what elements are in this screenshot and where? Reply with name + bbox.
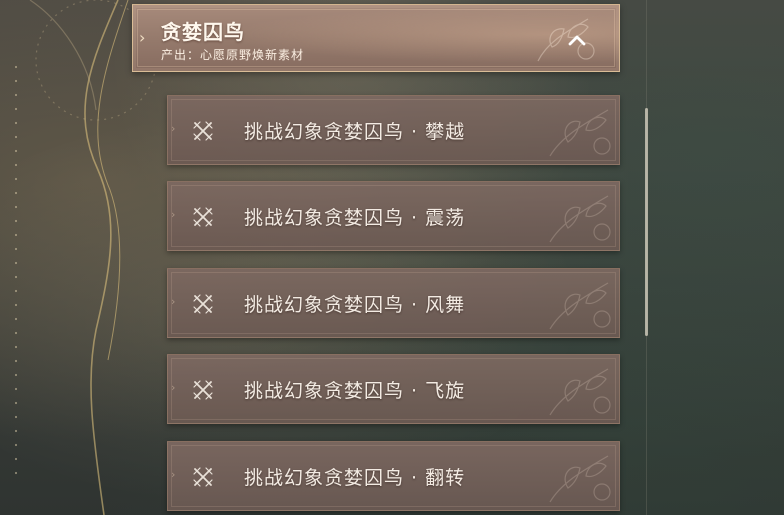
collapse-button[interactable] bbox=[562, 25, 592, 55]
background-ornament bbox=[29, 0, 157, 515]
category-header[interactable]: › 贪婪囚鸟 产出：心愿原野焕新素材 bbox=[132, 4, 620, 72]
crossed-swords-icon bbox=[193, 380, 213, 400]
crossed-swords-icon bbox=[193, 207, 213, 227]
chevron-right-icon: › bbox=[171, 122, 176, 135]
floral-ornament-icon bbox=[549, 455, 611, 503]
chevron-right-icon: › bbox=[171, 381, 176, 394]
chevron-right-icon: › bbox=[171, 208, 176, 221]
challenge-item-3[interactable]: › 挑战幻象贪婪囚鸟 · 风舞 bbox=[167, 268, 620, 338]
chevron-up-icon bbox=[568, 35, 586, 46]
floral-ornament-icon bbox=[549, 282, 611, 330]
floral-ornament-icon bbox=[549, 109, 611, 157]
challenge-item-4[interactable]: › 挑战幻象贪婪囚鸟 · 飞旋 bbox=[167, 354, 620, 424]
challenge-item-1[interactable]: › 挑战幻象贪婪囚鸟 · 攀越 bbox=[167, 95, 620, 165]
challenge-label: 挑战幻象贪婪囚鸟 · 震荡 bbox=[244, 207, 466, 229]
crossed-swords-icon bbox=[193, 294, 213, 314]
crossed-swords-icon bbox=[193, 121, 213, 141]
chevron-right-icon: › bbox=[139, 28, 146, 47]
category-title: 贪婪囚鸟 bbox=[161, 20, 245, 44]
floral-ornament-icon bbox=[549, 195, 611, 243]
challenge-label: 挑战幻象贪婪囚鸟 · 飞旋 bbox=[244, 380, 466, 402]
background-glow bbox=[0, 0, 784, 515]
crossed-swords-icon bbox=[193, 467, 213, 487]
challenge-label: 挑战幻象贪婪囚鸟 · 风舞 bbox=[244, 294, 466, 316]
category-subtitle: 产出：心愿原野焕新素材 bbox=[161, 48, 305, 62]
floral-ornament-icon bbox=[549, 368, 611, 416]
left-dotted-rail bbox=[15, 60, 17, 480]
chevron-right-icon: › bbox=[171, 295, 176, 308]
challenge-item-2[interactable]: › 挑战幻象贪婪囚鸟 · 震荡 bbox=[167, 181, 620, 251]
scrollbar-thumb[interactable] bbox=[645, 108, 648, 336]
chevron-right-icon: › bbox=[171, 468, 176, 481]
challenge-label: 挑战幻象贪婪囚鸟 · 攀越 bbox=[244, 121, 466, 143]
challenge-item-5[interactable]: › 挑战幻象贪婪囚鸟 · 翻转 bbox=[167, 441, 620, 511]
challenge-label: 挑战幻象贪婪囚鸟 · 翻转 bbox=[244, 467, 466, 489]
